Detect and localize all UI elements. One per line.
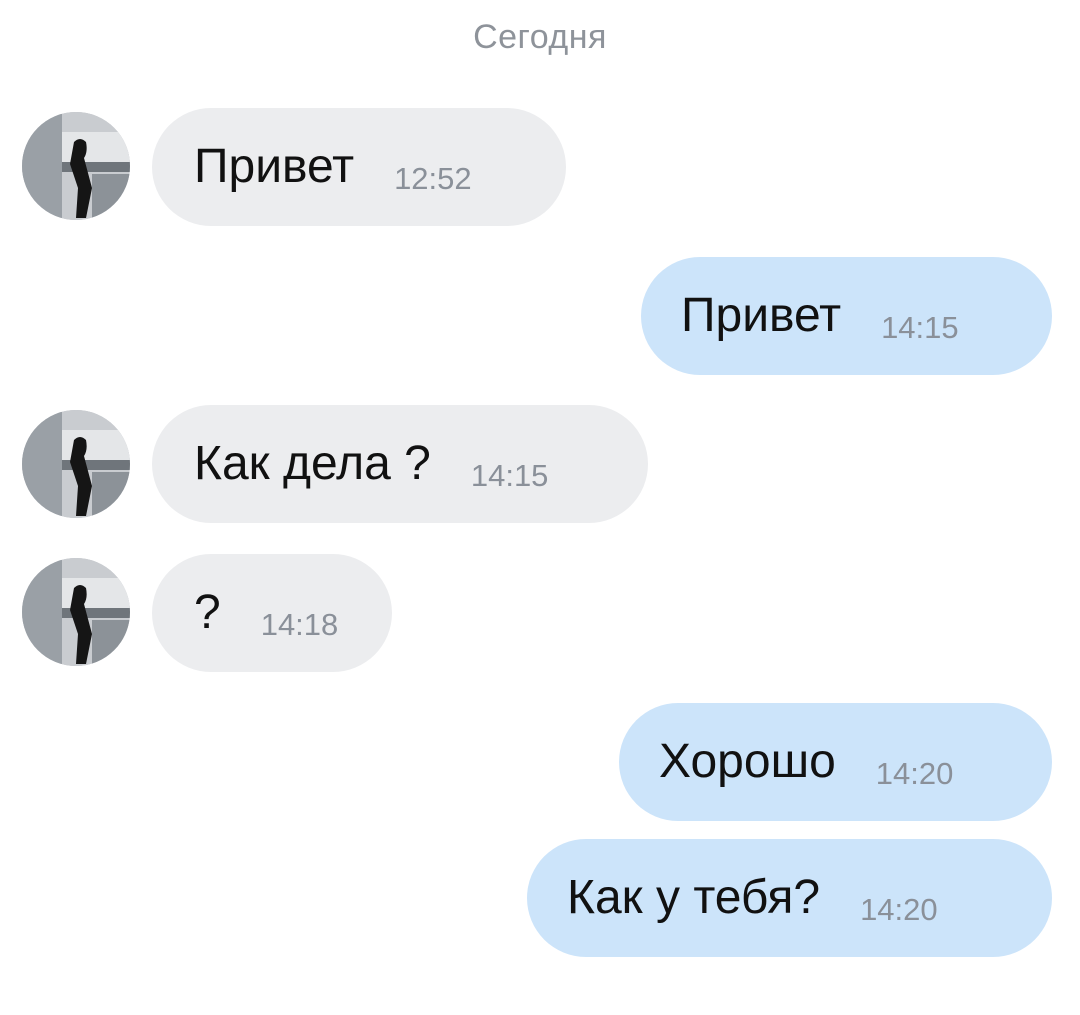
date-separator: Сегодня [473, 18, 607, 56]
contact-avatar[interactable] [22, 558, 130, 666]
message-time: 14:15 [470, 457, 549, 493]
message-bubble-incoming[interactable]: Привет 12:52 [152, 108, 566, 226]
chat-view: Сегодня Привет 12:52 Привет 14:15 Как де… [0, 0, 1080, 1015]
message-bubble-outgoing[interactable]: Как у тебя? 14:20 [527, 839, 1052, 957]
message-bubble-incoming[interactable]: Как дела ? 14:15 [152, 405, 648, 523]
message-bubble-outgoing[interactable]: Привет 14:15 [641, 257, 1052, 375]
message-time: 14:18 [260, 606, 339, 642]
message-text: Привет [681, 289, 842, 342]
contact-avatar[interactable] [22, 112, 130, 220]
message-bubble-outgoing[interactable]: Хорошо 14:20 [619, 703, 1052, 821]
message-time: 14:20 [860, 891, 938, 927]
message-bubble-incoming[interactable]: ? 14:18 [152, 554, 392, 672]
message-time: 14:20 [875, 755, 954, 791]
message-text: Хорошо [659, 735, 836, 788]
message-text: Как у тебя? [567, 871, 821, 924]
message-text: Как дела ? [194, 437, 431, 490]
contact-avatar[interactable] [22, 410, 130, 518]
message-text: Привет [194, 140, 355, 193]
message-time: 14:15 [881, 309, 959, 345]
message-time: 12:52 [394, 160, 472, 196]
message-text: ? [194, 586, 221, 639]
